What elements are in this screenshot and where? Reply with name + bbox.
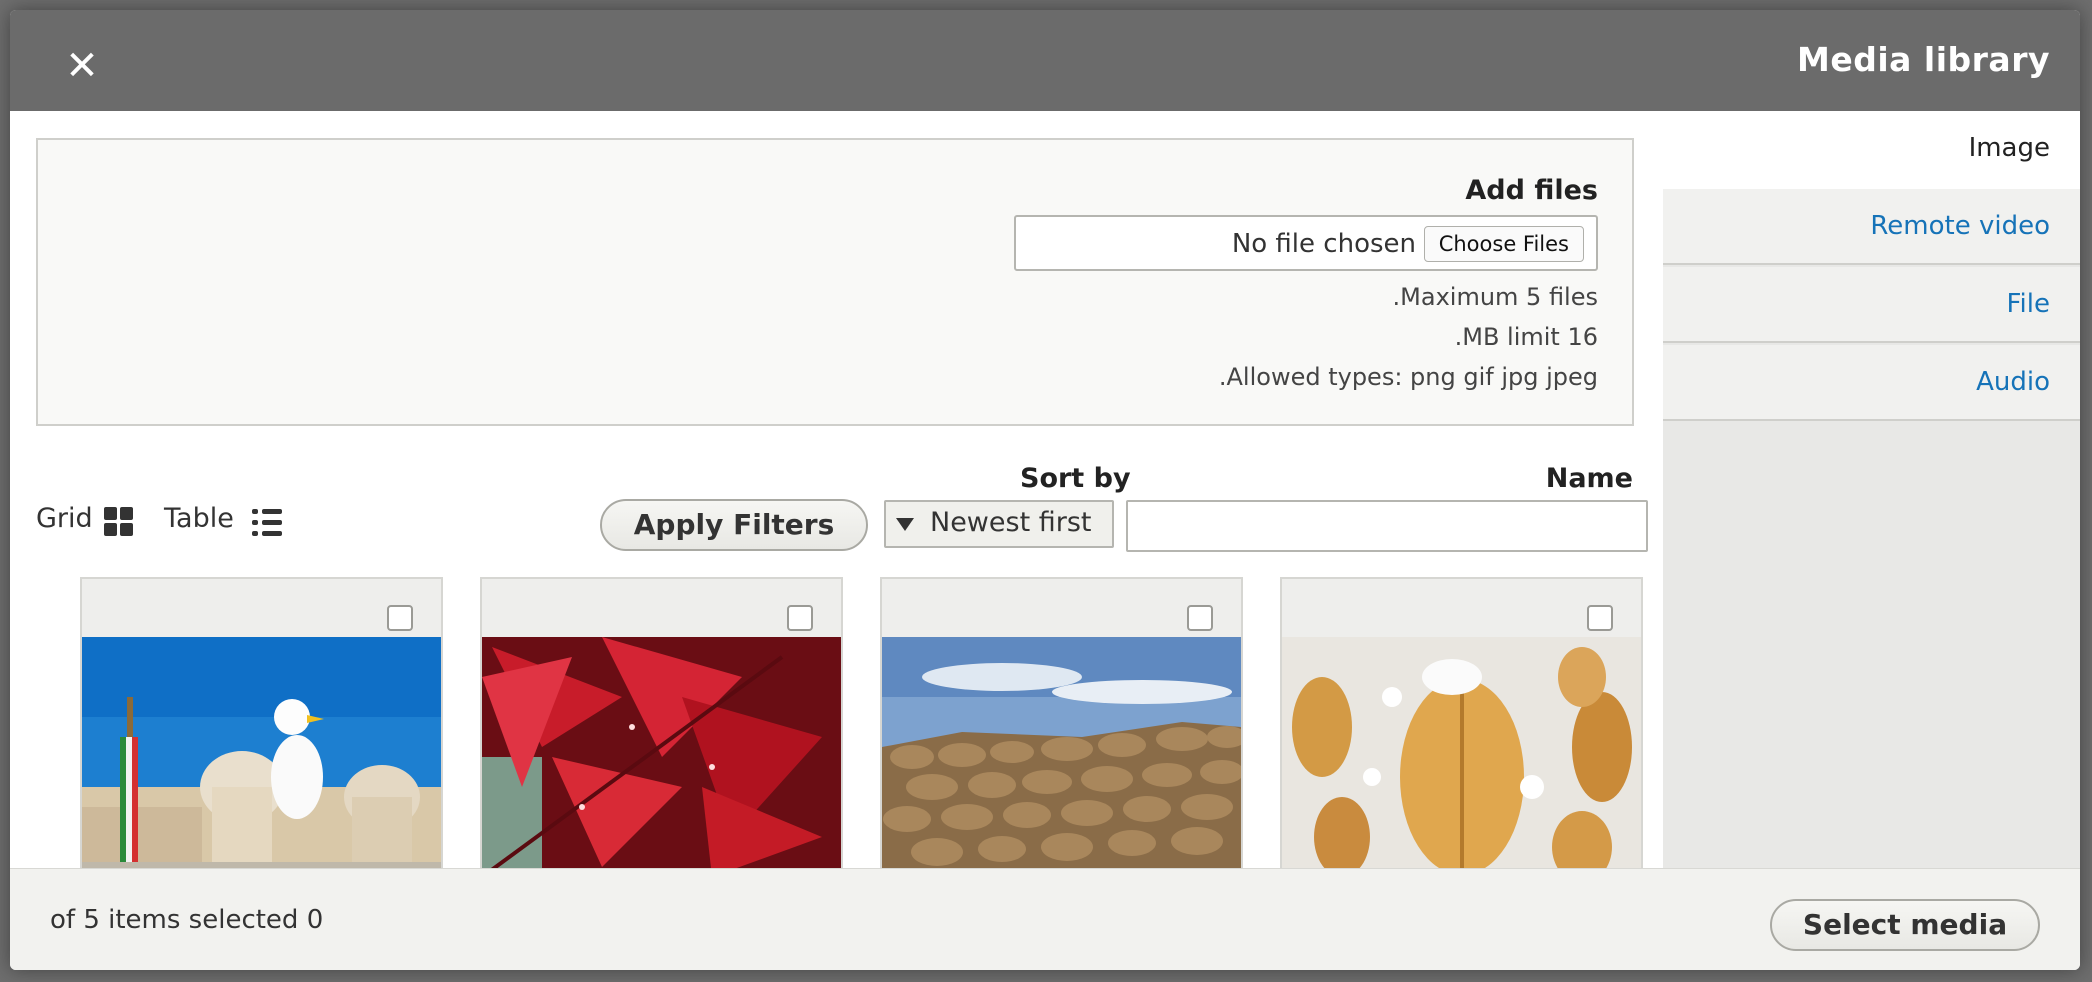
frosted-leaves-photo[interactable]	[1282, 637, 1641, 868]
tab-remote-video[interactable]: Remote video	[1663, 189, 2080, 265]
selected-count: of 5 items selected 0	[50, 905, 324, 935]
file-status: No file chosen	[1231, 229, 1416, 259]
upload-limit-files: .Maximum 5 files	[1392, 283, 1598, 311]
media-item-checkbox[interactable]	[1187, 605, 1213, 631]
table-view-link[interactable]: Table	[164, 503, 234, 534]
choose-files-button[interactable]: Choose Files	[1423, 226, 1584, 262]
sort-by-label: Sort by	[1020, 463, 1131, 494]
media-item-checkbox[interactable]	[1587, 605, 1613, 631]
list-icon[interactable]	[252, 507, 282, 537]
media-item-card[interactable]	[880, 577, 1243, 868]
media-type-tabs: Image Remote video File Audio	[1663, 111, 2080, 868]
sort-by-select[interactable]: Newest first	[884, 500, 1114, 548]
tab-audio[interactable]: Audio	[1663, 345, 2080, 421]
dialog-titlebar: ✕ Media library	[10, 10, 2080, 111]
red-leaves-photo[interactable]	[482, 637, 841, 868]
file-upload-field[interactable]: No file chosen Choose Files	[1014, 215, 1598, 271]
select-media-button[interactable]: Select media	[1770, 899, 2040, 951]
apply-filters-button[interactable]: Apply Filters	[600, 499, 868, 551]
media-item-checkbox[interactable]	[787, 605, 813, 631]
upload-allowed-types: .Allowed types: png gif jpg jpeg	[1218, 363, 1598, 391]
name-filter-input[interactable]	[1126, 500, 1648, 552]
tab-file[interactable]: File	[1663, 267, 2080, 343]
media-item-card[interactable]	[80, 577, 443, 868]
tab-image[interactable]: Image	[1663, 111, 2080, 189]
media-item-card[interactable]	[1280, 577, 1643, 868]
media-item-card[interactable]	[480, 577, 843, 868]
media-library-dialog: ✕ Media library Add files No file chosen…	[10, 10, 2080, 970]
seagull-rome-photo[interactable]	[82, 637, 441, 868]
media-item-checkbox[interactable]	[387, 605, 413, 631]
grid-icon[interactable]	[104, 507, 134, 537]
name-filter-label: Name	[1545, 463, 1633, 494]
dialog-title: Media library	[1797, 40, 2050, 79]
sort-by-value: Newest first	[930, 507, 1092, 538]
grid-view-link[interactable]: Grid	[36, 503, 93, 534]
dropdown-caret-icon	[896, 518, 914, 531]
dialog-footer: of 5 items selected 0 Select media	[10, 868, 2080, 970]
upload-box: Add files No file chosen Choose Files .M…	[36, 138, 1634, 426]
upload-limit-size: .MB limit 16	[1454, 323, 1598, 351]
add-files-label: Add files	[1465, 175, 1598, 206]
stone-wall-photo[interactable]	[882, 637, 1241, 868]
close-icon[interactable]: ✕	[62, 46, 102, 86]
media-main-panel: Add files No file chosen Choose Files .M…	[10, 111, 1663, 868]
